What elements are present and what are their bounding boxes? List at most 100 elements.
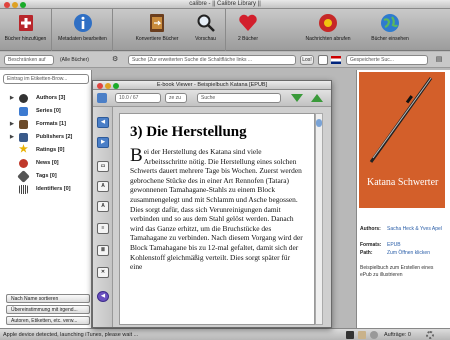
find-previous-icon[interactable] (311, 94, 323, 102)
saved-search-dropdown[interactable]: Gespeicherte Suc... (346, 55, 428, 65)
magnifier-icon (197, 14, 215, 32)
convert-books-label: Konvertiere Bücher (135, 36, 179, 42)
edit-metadata-button[interactable]: Metadaten bearbeiten (53, 9, 113, 51)
viewer-minimize-button[interactable] (105, 82, 111, 89)
formats-row: Formats: EPUB (360, 242, 448, 249)
device-icon[interactable] (346, 331, 354, 339)
fetch-news-button[interactable]: Nachrichten abrufen (296, 9, 360, 51)
find-next-icon[interactable] (291, 94, 303, 102)
status-message: Apple device detected, launching iTunes,… (3, 332, 139, 338)
add-books-icon (18, 15, 33, 31)
font-larger-icon[interactable]: A (97, 181, 109, 192)
edit-metadata-label: Metadaten bearbeiten (58, 36, 107, 42)
authors-label: Authors: (360, 226, 381, 232)
convert-books-button[interactable]: Konvertiere Bücher (130, 9, 184, 51)
tag-category-tags[interactable]: Tags [0] (0, 170, 92, 183)
path-link[interactable]: Zum Öffnen klicken (387, 250, 430, 256)
tag-category-authors[interactable]: ▶ Authors [3] (0, 92, 92, 105)
book-cover[interactable]: Katana Schwerter (359, 72, 445, 208)
close-window-button[interactable] (4, 1, 10, 8)
add-books-button[interactable]: Bücher hinzufügen (0, 9, 52, 51)
save-search-icon[interactable]: ▤ (432, 55, 446, 65)
book-page[interactable]: 3) Die Herstellung Bei der Herstellung d… (119, 113, 315, 325)
tag-browser-find-input[interactable]: Eintrag im Etiketten-Brow... (3, 74, 89, 84)
manage-tags-label: Autoren, Etiketten, etc. verw... (11, 318, 78, 324)
print-icon[interactable]: ◀ (97, 291, 109, 302)
path-row: Path: Zum Öffnen klicken (360, 250, 448, 257)
match-any-button[interactable]: Übereinstimmung mit irgend... (6, 305, 90, 314)
formats-link[interactable]: EPUB (387, 242, 401, 248)
search-placeholder: Suche (Zur erweiterten Suche die Schaltf… (132, 57, 253, 63)
zoom-input[interactable]: ze zu (165, 93, 187, 103)
chapter-text: Bei der Herstellung des Katana sind viel… (130, 146, 303, 272)
tag-category-ratings[interactable]: ★ Ratings [0] (0, 144, 92, 157)
tag-label: News [0] (36, 160, 59, 166)
viewer-search-input[interactable]: Suche (197, 93, 281, 103)
preferences-icon[interactable]: ≣ (97, 245, 109, 256)
busy-spinner-icon (426, 331, 434, 339)
browse-books-button[interactable]: Bücher einsehen (362, 9, 418, 51)
tag-category-formats[interactable]: ▶ Formats [1] (0, 118, 92, 131)
disk-icon[interactable] (370, 331, 378, 339)
publishers-icon (19, 133, 28, 142)
convert-icon (150, 14, 164, 32)
clear-search-icon[interactable] (318, 55, 328, 65)
copy-icon[interactable]: ▭ (97, 161, 109, 172)
tag-category-publishers[interactable]: ▶ Publishers [2] (0, 131, 92, 144)
add-books-label: Bücher hinzufügen (4, 36, 47, 42)
sort-by-name-label: Nach Name sortieren (11, 296, 59, 302)
jobs-label[interactable]: Aufträge: 0 (384, 331, 411, 339)
formats-label: Formats: (360, 242, 382, 248)
zoom-value: ze zu (169, 95, 181, 101)
fullscreen-icon[interactable]: ✕ (97, 267, 109, 278)
two-books-button[interactable]: 2 Bücher (228, 9, 268, 51)
forward-icon[interactable]: ▶ (97, 137, 109, 148)
search-go-button[interactable]: Los! (300, 55, 314, 65)
authors-link[interactable]: Sacha Heck & Yves Apel (387, 226, 442, 232)
back-icon[interactable]: ◀ (97, 117, 109, 128)
table-of-contents-icon[interactable]: ≡ (97, 223, 109, 234)
katana-illustration (369, 77, 433, 163)
tag-category-news[interactable]: News [0] (0, 157, 92, 170)
manage-tags-button[interactable]: Autoren, Etiketten, etc. verw... (6, 316, 90, 325)
path-label: Path: (360, 250, 373, 256)
viewer-scrollbar-thumb[interactable] (316, 119, 322, 127)
restrict-to-dropdown[interactable]: Beschränken auf (4, 55, 54, 65)
barcode-icon (19, 185, 28, 194)
search-options-icon[interactable]: ⚙ (112, 55, 126, 65)
tag-browser-find-placeholder: Eintrag im Etiketten-Brow... (7, 76, 68, 82)
tag-label: Publishers [2] (36, 134, 73, 140)
viewer-scrollbar[interactable] (315, 113, 323, 325)
star-icon: ★ (19, 144, 28, 155)
heart-icon (239, 14, 257, 32)
page-position-input[interactable]: 10.0 / 67 (115, 93, 161, 103)
window-titlebar: calibre - || Calibre Library || (0, 0, 450, 9)
expand-arrow-icon: ▶ (10, 134, 14, 140)
viewer-close-button[interactable] (97, 82, 103, 89)
preview-button[interactable]: Vorschau (186, 9, 226, 51)
formats-icon (19, 120, 28, 129)
viewer-menu-icon[interactable] (97, 93, 107, 103)
cover-title: Katana Schwerter (367, 177, 439, 188)
tag-category-series[interactable]: Series [0] (0, 105, 92, 118)
book-comment: Beispielbuch zum Erstellen eines ePub zu… (360, 265, 434, 278)
font-smaller-icon[interactable]: A (97, 201, 109, 212)
tag-browser: Eintrag im Etiketten-Brow... ▶ Authors [3… (0, 70, 92, 328)
viewer-toolbar: 10.0 / 67 ze zu Suche (93, 90, 331, 107)
all-books-label: (Alle Bücher) (60, 57, 89, 63)
chapter-text-body: ei der Herstellung des Katana sind viele… (130, 147, 303, 272)
authors-icon (19, 94, 28, 103)
window-title: calibre - || Calibre Library || (189, 1, 261, 7)
book-icon[interactable] (358, 331, 366, 339)
tag-category-identifiers[interactable]: Identifiers [0] (0, 183, 92, 196)
sort-by-name-button[interactable]: Nach Name sortieren (6, 294, 90, 303)
news-icon (319, 14, 337, 32)
search-input[interactable]: Suche (Zur erweiterten Suche die Schaltf… (128, 55, 296, 65)
tag-icon (17, 170, 30, 183)
viewer-zoom-button[interactable] (113, 82, 119, 89)
status-bar: Apple device detected, launching iTunes,… (0, 328, 450, 340)
ebook-viewer-window: E-book Viewer - Beispielbuch Katana [EPU… (92, 80, 332, 328)
zoom-window-button[interactable] (20, 1, 26, 8)
tag-label: Authors [3] (36, 95, 66, 101)
minimize-window-button[interactable] (12, 1, 18, 8)
